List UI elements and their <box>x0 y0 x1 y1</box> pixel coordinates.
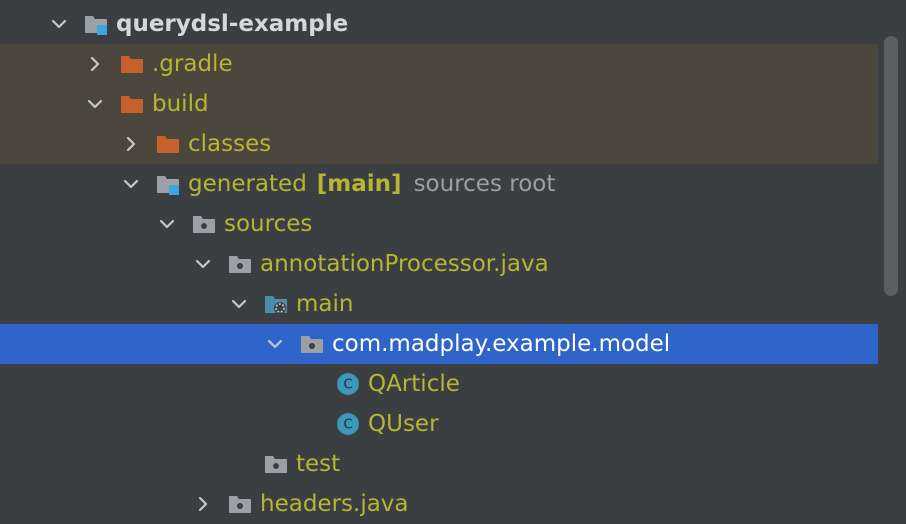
chevron-down-icon[interactable] <box>228 293 250 315</box>
chevron-right-icon[interactable] <box>84 53 106 75</box>
tree-node-qarticle[interactable]: C QArticle <box>0 364 878 404</box>
package-folder-icon <box>228 493 252 515</box>
chevron-right-icon[interactable] <box>192 493 214 515</box>
generated-source-folder-icon <box>264 293 288 315</box>
tree-node-label: build <box>152 91 209 117</box>
tree-node-annotationprocessor-java[interactable]: annotationProcessor.java <box>0 244 878 284</box>
tree-node-label: generated <box>188 171 307 197</box>
tree-node-label: QArticle <box>368 371 460 397</box>
module-folder-icon <box>84 13 108 35</box>
package-folder-icon <box>192 213 216 235</box>
tree-node-test[interactable]: test <box>0 444 878 484</box>
tree-node-gradle[interactable]: .gradle <box>0 44 878 84</box>
svg-text:C: C <box>343 378 352 393</box>
module-folder-icon <box>156 173 180 195</box>
chevron-down-icon[interactable] <box>156 213 178 235</box>
source-set-tag: [main] <box>316 171 402 197</box>
tree-node-classes[interactable]: classes <box>0 124 878 164</box>
tree-node-label: headers.java <box>260 491 409 517</box>
excluded-folder-icon <box>120 53 144 75</box>
tree-node-querydsl-example[interactable]: querydsl-example <box>0 4 878 44</box>
chevron-down-icon[interactable] <box>264 333 286 355</box>
excluded-folder-icon <box>156 133 180 155</box>
tree-node-label: .gradle <box>152 51 233 77</box>
vertical-scrollbar-thumb[interactable] <box>884 36 898 296</box>
class-icon: C <box>336 373 360 395</box>
tree-node-label: com.madplay.example.model <box>332 331 671 357</box>
tree-node-main[interactable]: main <box>0 284 878 324</box>
tree-node-com-madplay-example-model[interactable]: com.madplay.example.model <box>0 324 878 364</box>
tree-node-generated[interactable]: generated [main] sources root <box>0 164 878 204</box>
tree-node-label: test <box>296 451 341 477</box>
tree-node-label: sources <box>224 211 313 237</box>
chevron-down-icon[interactable] <box>120 173 142 195</box>
chevron-down-icon[interactable] <box>192 253 214 275</box>
class-icon: C <box>336 413 360 435</box>
excluded-folder-icon <box>120 93 144 115</box>
tree-node-label: querydsl-example <box>116 11 349 37</box>
package-folder-icon <box>228 253 252 275</box>
tree-node-quser[interactable]: C QUser <box>0 404 878 444</box>
package-folder-icon <box>300 333 324 355</box>
tree-node-label: main <box>296 291 354 317</box>
tree-node-label: classes <box>188 131 272 157</box>
tree-node-label: annotationProcessor.java <box>260 251 549 277</box>
tree-node-headers-java[interactable]: headers.java <box>0 484 878 524</box>
project-tree: querydsl-example .gradle build classes gener… <box>0 0 906 524</box>
sources-root-hint: sources root <box>413 171 556 197</box>
tree-node-label: QUser <box>368 411 439 437</box>
tree-node-sources[interactable]: sources <box>0 204 878 244</box>
chevron-down-icon[interactable] <box>84 93 106 115</box>
tree-node-build[interactable]: build <box>0 84 878 124</box>
chevron-down-icon[interactable] <box>48 13 70 35</box>
package-folder-icon <box>264 453 288 475</box>
chevron-right-icon[interactable] <box>120 133 142 155</box>
svg-text:C: C <box>343 418 352 433</box>
